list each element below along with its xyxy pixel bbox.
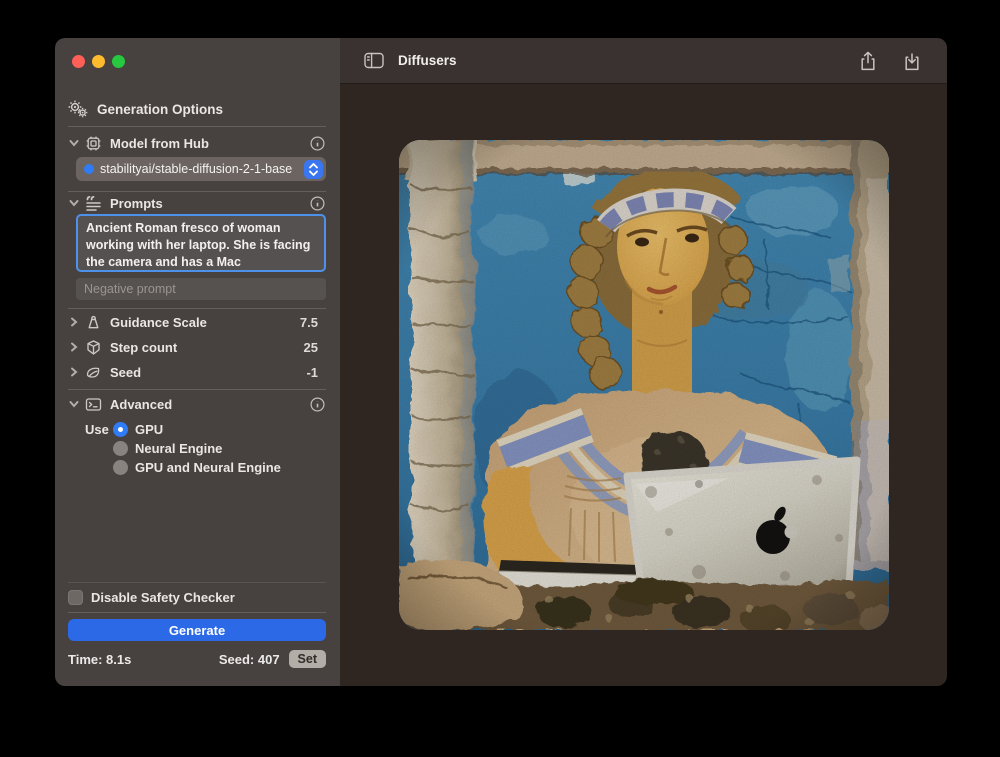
text-quote-icon — [85, 195, 102, 212]
main-area: Diffusers — [340, 38, 947, 686]
guidance-scale-value: 7.5 — [300, 315, 318, 330]
seed-label: Seed — [110, 365, 141, 380]
compute-option-gpu[interactable]: Use GPU — [55, 421, 340, 438]
traffic-lights — [72, 55, 125, 68]
chevron-down-icon[interactable] — [69, 399, 79, 409]
window-title: Diffusers — [398, 53, 457, 68]
compute-option-gpu-and-neural-engine[interactable]: GPU and Neural Engine — [55, 459, 340, 476]
info-icon[interactable] — [310, 397, 325, 412]
negative-prompt-input[interactable] — [76, 278, 326, 300]
disable-safety-checkbox[interactable] — [68, 590, 83, 605]
advanced-section-label: Advanced — [110, 397, 172, 412]
gears-icon — [68, 100, 88, 118]
generation-time: Time: 8.1s — [68, 652, 131, 667]
radio-neural-engine[interactable] — [113, 441, 128, 456]
scale-weight-icon — [85, 314, 102, 331]
chevron-down-icon[interactable] — [69, 198, 79, 208]
set-seed-button[interactable]: Set — [289, 650, 326, 668]
share-icon[interactable] — [859, 51, 877, 71]
model-select-value: stabilityai/stable-diffusion-2-1-base — [100, 162, 304, 176]
titlebar: Diffusers — [340, 38, 947, 84]
radio-gpu-label: GPU — [135, 422, 163, 437]
safety-checker-row[interactable]: Disable Safety Checker — [55, 589, 340, 606]
minimize-button[interactable] — [92, 55, 105, 68]
divider — [68, 126, 326, 127]
model-section-row[interactable]: Model from Hub — [55, 134, 340, 152]
divider — [68, 308, 326, 309]
generation-options-header: Generation Options — [68, 100, 223, 118]
guidance-scale-label: Guidance Scale — [110, 315, 207, 330]
step-count-label: Step count — [110, 340, 177, 355]
chevron-right-icon[interactable] — [69, 367, 79, 377]
canvas-area — [340, 84, 947, 686]
step-count-row[interactable]: Step count 25 — [55, 338, 340, 356]
sidebar-title: Generation Options — [97, 102, 223, 117]
info-icon[interactable] — [310, 196, 325, 211]
zoom-button[interactable] — [112, 55, 125, 68]
model-section-label: Model from Hub — [110, 136, 209, 151]
status-bar: Time: 8.1s Seed: 407 Set — [68, 649, 326, 669]
step-count-value: 25 — [304, 340, 318, 355]
terminal-icon — [85, 396, 102, 413]
use-label: Use — [85, 422, 109, 437]
result-seed: Seed: 407 — [219, 652, 280, 667]
chevron-down-icon — [309, 170, 318, 176]
divider — [68, 191, 326, 192]
divider — [68, 582, 326, 583]
chevron-right-icon[interactable] — [69, 317, 79, 327]
divider — [68, 389, 326, 390]
prompt-input[interactable]: Ancient Roman fresco of woman working wi… — [78, 216, 324, 270]
sidebar-toggle-icon[interactable] — [364, 52, 384, 69]
select-stepper[interactable] — [304, 160, 323, 179]
prompts-section-label: Prompts — [110, 196, 163, 211]
negative-prompt-wrap — [76, 278, 326, 300]
guidance-scale-row[interactable]: Guidance Scale 7.5 — [55, 313, 340, 331]
generated-image[interactable] — [399, 140, 889, 630]
app-window: Generation Options Model from Hub stabil… — [55, 38, 947, 686]
model-status-dot — [84, 164, 94, 174]
cpu-icon — [85, 135, 102, 152]
chevron-up-icon — [309, 163, 318, 169]
seed-row[interactable]: Seed -1 — [55, 363, 340, 381]
radio-gpu-neural-engine[interactable] — [113, 460, 128, 475]
generate-button[interactable]: Generate — [68, 619, 326, 641]
divider — [68, 612, 326, 613]
disable-safety-label: Disable Safety Checker — [91, 590, 235, 605]
prompt-field-wrap: Ancient Roman fresco of woman working wi… — [76, 214, 326, 272]
seed-value: -1 — [306, 365, 318, 380]
compute-option-neural-engine[interactable]: Neural Engine — [55, 440, 340, 457]
leaf-icon — [85, 364, 102, 381]
sidebar: Generation Options Model from Hub stabil… — [55, 38, 340, 686]
radio-gpu[interactable] — [113, 422, 128, 437]
chevron-down-icon[interactable] — [69, 138, 79, 148]
radio-gpu-neural-engine-label: GPU and Neural Engine — [135, 460, 281, 475]
info-icon[interactable] — [310, 136, 325, 151]
advanced-section-row[interactable]: Advanced — [55, 395, 340, 413]
chevron-right-icon[interactable] — [69, 342, 79, 352]
close-button[interactable] — [72, 55, 85, 68]
download-icon[interactable] — [903, 51, 921, 71]
prompts-section-row[interactable]: Prompts — [55, 194, 340, 212]
model-select[interactable]: stabilityai/stable-diffusion-2-1-base — [76, 157, 326, 181]
radio-neural-engine-label: Neural Engine — [135, 441, 222, 456]
cube-icon — [85, 339, 102, 356]
